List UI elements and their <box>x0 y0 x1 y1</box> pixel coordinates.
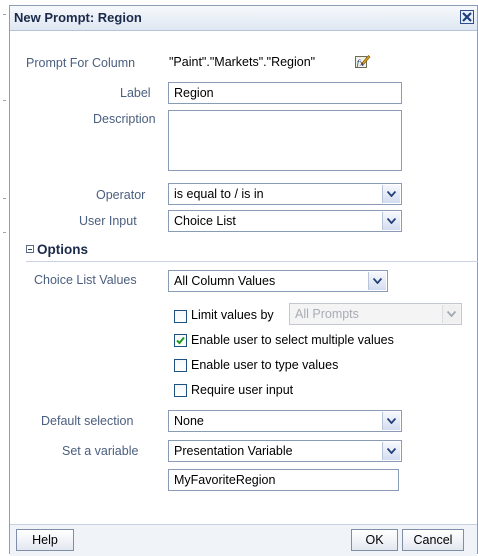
help-button[interactable]: Help <box>16 529 74 551</box>
type-values-label: Enable user to type values <box>191 358 339 372</box>
options-section-toggle[interactable]: Options <box>26 242 88 257</box>
choice-list-values-label: Choice List Values <box>34 273 137 287</box>
prompt-for-column-value: "Paint"."Markets"."Region" <box>169 55 316 69</box>
chevron-down-icon[interactable] <box>368 272 386 290</box>
edge-tick <box>3 198 6 199</box>
choice-list-values-select[interactable]: All Column Values <box>168 270 388 292</box>
choice-list-values-select-value: All Column Values <box>174 274 276 288</box>
dialog-title: New Prompt: Region <box>14 10 142 25</box>
set-variable-select[interactable]: Presentation Variable <box>168 440 402 462</box>
multi-select-label: Enable user to select multiple values <box>191 333 394 347</box>
edit-formula-icon[interactable]: fx <box>355 54 371 69</box>
chevron-down-icon[interactable] <box>382 412 400 430</box>
chevron-down-icon[interactable] <box>442 305 460 323</box>
limit-values-select-value: All Prompts <box>295 307 359 321</box>
user-input-select-value: Choice List <box>174 214 236 228</box>
require-input-label: Require user input <box>191 383 294 397</box>
new-prompt-dialog: New Prompt: Region Prompt For Column "Pa… <box>9 5 478 556</box>
window-edge <box>0 0 9 554</box>
type-values-checkbox[interactable] <box>174 359 187 372</box>
default-selection-label: Default selection <box>41 414 134 428</box>
cancel-button[interactable]: Cancel <box>402 529 464 551</box>
limit-values-select[interactable]: All Prompts <box>289 303 462 325</box>
multi-select-checkbox[interactable] <box>174 334 187 347</box>
dialog-footer: Help OK Cancel <box>10 524 477 556</box>
operator-select[interactable]: is equal to / is in <box>168 183 402 205</box>
limit-values-checkbox[interactable] <box>174 310 187 323</box>
title-bar: New Prompt: Region <box>10 6 477 31</box>
operator-label: Operator <box>96 188 146 202</box>
chevron-down-icon[interactable] <box>382 212 400 230</box>
edge-tick <box>3 232 6 233</box>
operator-select-value: is equal to / is in <box>174 187 264 201</box>
chevron-down-icon[interactable] <box>382 442 400 460</box>
user-input-select[interactable]: Choice List <box>168 210 402 232</box>
default-selection-select[interactable]: None <box>168 410 402 432</box>
collapse-icon <box>26 245 34 253</box>
limit-values-label: Limit values by <box>191 308 274 322</box>
edge-tick <box>3 100 6 101</box>
description-textarea[interactable] <box>168 110 402 171</box>
variable-name-input[interactable]: MyFavoriteRegion <box>168 469 399 491</box>
edge-tick <box>3 14 6 15</box>
options-divider <box>26 261 478 262</box>
require-input-checkbox[interactable] <box>174 384 187 397</box>
default-selection-select-value: None <box>174 414 204 428</box>
description-label: Description <box>93 112 156 126</box>
set-variable-select-value: Presentation Variable <box>174 444 293 458</box>
set-variable-label: Set a variable <box>62 444 139 458</box>
ok-button[interactable]: OK <box>351 529 398 551</box>
prompt-for-column-label: Prompt For Column <box>26 56 136 70</box>
chevron-down-icon[interactable] <box>382 185 400 203</box>
label-input[interactable]: Region <box>168 82 402 104</box>
options-heading: Options <box>37 242 88 257</box>
close-icon[interactable] <box>460 10 474 24</box>
label-label: Label <box>120 86 151 100</box>
user-input-label: User Input <box>79 214 137 228</box>
